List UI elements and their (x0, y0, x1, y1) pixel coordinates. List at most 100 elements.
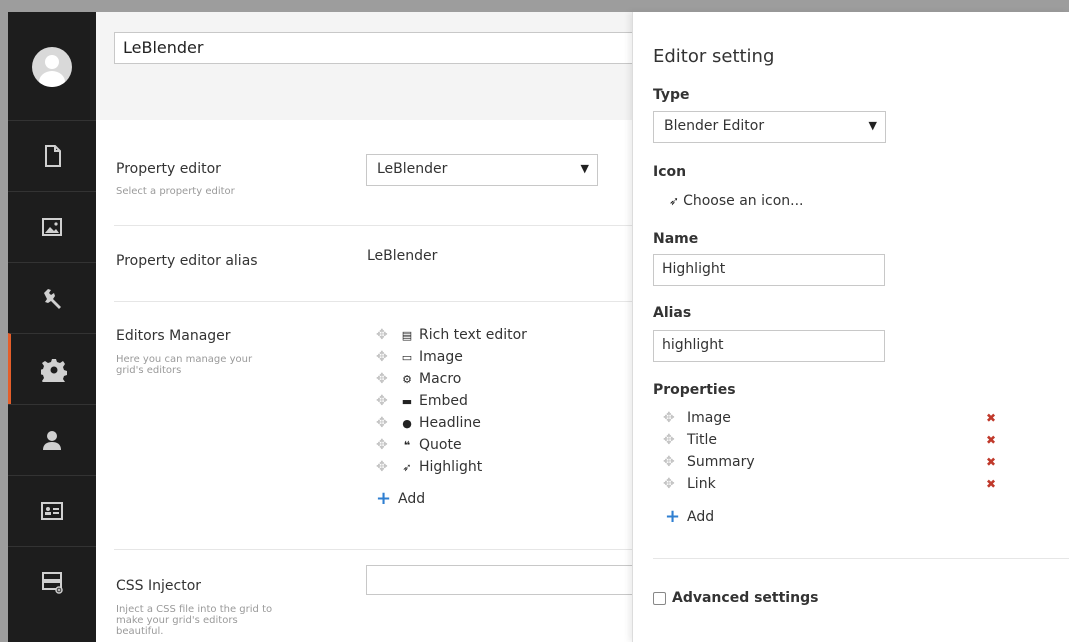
list-item[interactable]: ✥ ● Headline (376, 412, 527, 434)
macro-icon: ⚙ (402, 372, 412, 386)
list-item[interactable]: ✥ ▭ Image (376, 346, 527, 368)
main-content: LeBlender Property editor Select a prope… (96, 12, 644, 642)
property-editor-select[interactable]: LeBlender ▼ (366, 154, 598, 186)
editor-label: Image (419, 349, 463, 365)
plus-icon: + (665, 506, 681, 527)
plus-icon: + (376, 488, 392, 509)
wrench-icon (44, 289, 61, 309)
drag-handle-icon[interactable]: ✥ (376, 371, 400, 387)
properties-label: Properties (653, 382, 736, 398)
editors-list: ✥ ▤ Rich text editor ✥ ▭ Image ✥ ⚙ Macro… (376, 324, 527, 509)
divider (653, 558, 1069, 559)
type-label: Type (653, 87, 690, 103)
property-label: Summary (687, 454, 755, 470)
list-item[interactable]: ✥ ⚙ Macro (376, 368, 527, 390)
sidebar-item-content[interactable] (8, 120, 96, 191)
alias-label: Property editor alias (116, 253, 258, 269)
alias-input[interactable]: highlight (653, 330, 885, 362)
list-item[interactable]: ✥ Summary ✖ (663, 451, 1003, 473)
add-editor-button[interactable]: + Add (376, 488, 527, 509)
list-item[interactable]: ✥ Title ✖ (663, 429, 1003, 451)
remove-icon[interactable]: ✖ (986, 477, 996, 491)
property-label: Title (687, 432, 718, 448)
name-input[interactable]: Highlight (653, 254, 885, 286)
add-property-button[interactable]: + Add (665, 506, 714, 527)
window-frame-left (0, 0, 8, 642)
editor-label: Embed (419, 393, 468, 409)
pin-icon: ➶ (402, 460, 412, 474)
document-icon (45, 145, 61, 167)
select-arrow-icon: ▼ (580, 162, 589, 175)
advanced-settings-toggle[interactable]: Advanced settings (653, 590, 818, 606)
list-item[interactable]: ✥ ▬ Embed (376, 390, 527, 412)
icon-label: Icon (653, 164, 687, 180)
member-card-icon (41, 502, 63, 520)
drag-handle-icon[interactable]: ✥ (663, 432, 687, 448)
editor-label: Rich text editor (419, 327, 527, 343)
list-item[interactable]: ✥ Link ✖ (663, 473, 1003, 495)
sidebar-item-users[interactable] (8, 404, 96, 475)
type-select[interactable]: Blender Editor ▼ (653, 111, 886, 143)
pin-icon: ➶ (669, 194, 680, 208)
drag-handle-icon[interactable]: ✥ (376, 415, 400, 431)
properties-list: ✥ Image ✖ ✥ Title ✖ ✥ Summary ✖ ✥ Link ✖ (663, 407, 1003, 495)
user-icon (43, 431, 61, 450)
drag-handle-icon[interactable]: ✥ (376, 393, 400, 409)
editors-manager-description: Here you can manage your grid's editors (116, 354, 253, 376)
sidebar-item-forms[interactable] (8, 546, 96, 617)
sidebar-item-settings[interactable] (8, 333, 96, 404)
sidebar-item-members[interactable] (8, 475, 96, 546)
drag-handle-icon[interactable]: ✥ (376, 327, 400, 343)
property-label: Link (687, 476, 716, 492)
css-injector-input[interactable] (366, 565, 636, 595)
sidebar-item-developer[interactable] (8, 262, 96, 333)
datatype-name-input[interactable]: LeBlender (114, 32, 644, 64)
drag-handle-icon[interactable]: ✥ (376, 437, 400, 453)
sidebar (8, 12, 96, 642)
gear-icon (40, 359, 67, 382)
window-frame-top (0, 0, 1069, 12)
add-editor-label: Add (398, 490, 426, 507)
avatar-body (39, 71, 65, 87)
remove-icon[interactable]: ✖ (986, 455, 996, 469)
editor-label: Headline (419, 415, 481, 431)
advanced-settings-label: Advanced settings (672, 590, 819, 606)
advanced-settings-checkbox[interactable] (653, 591, 666, 605)
css-injector-label: CSS Injector (116, 578, 202, 594)
drag-handle-icon[interactable]: ✥ (663, 476, 687, 492)
list-item[interactable]: ✥ ➶ Highlight (376, 456, 527, 478)
editor-label: Quote (419, 437, 462, 453)
alias-field-label: Alias (653, 305, 692, 321)
editors-manager-label: Editors Manager (116, 328, 231, 344)
choose-icon-link[interactable]: ➶ Choose an icon... (669, 193, 803, 209)
drag-handle-icon[interactable]: ✥ (376, 459, 400, 475)
avatar-head (45, 55, 59, 69)
property-editor-select-value: LeBlender (377, 161, 448, 177)
list-item[interactable]: ✥ ❝ Quote (376, 434, 527, 456)
drag-handle-icon[interactable]: ✥ (663, 454, 687, 470)
remove-icon[interactable]: ✖ (986, 433, 996, 447)
media-icon (42, 218, 62, 236)
avatar[interactable] (32, 47, 72, 87)
headline-icon: ● (402, 416, 412, 430)
divider (114, 225, 636, 226)
divider (114, 301, 636, 302)
sidebar-item-media[interactable] (8, 191, 96, 262)
select-arrow-icon: ▼ (868, 119, 877, 132)
quote-icon: ❝ (403, 438, 411, 452)
header-bar: LeBlender (96, 12, 644, 120)
editor-settings-panel: Editor setting Type Blender Editor ▼ Ico… (632, 12, 1069, 642)
name-label: Name (653, 231, 699, 247)
list-item[interactable]: ✥ Image ✖ (663, 407, 1003, 429)
type-select-value: Blender Editor (664, 118, 765, 134)
rte-icon: ▤ (401, 328, 413, 342)
picture-icon: ▭ (401, 350, 413, 364)
css-injector-description: Inject a CSS file into the grid to make … (116, 604, 273, 637)
remove-icon[interactable]: ✖ (986, 411, 996, 425)
add-property-label: Add (687, 508, 715, 525)
forms-icon (42, 572, 63, 594)
drag-handle-icon[interactable]: ✥ (376, 349, 400, 365)
property-editor-label: Property editor (116, 161, 221, 177)
drag-handle-icon[interactable]: ✥ (663, 410, 687, 426)
list-item[interactable]: ✥ ▤ Rich text editor (376, 324, 527, 346)
